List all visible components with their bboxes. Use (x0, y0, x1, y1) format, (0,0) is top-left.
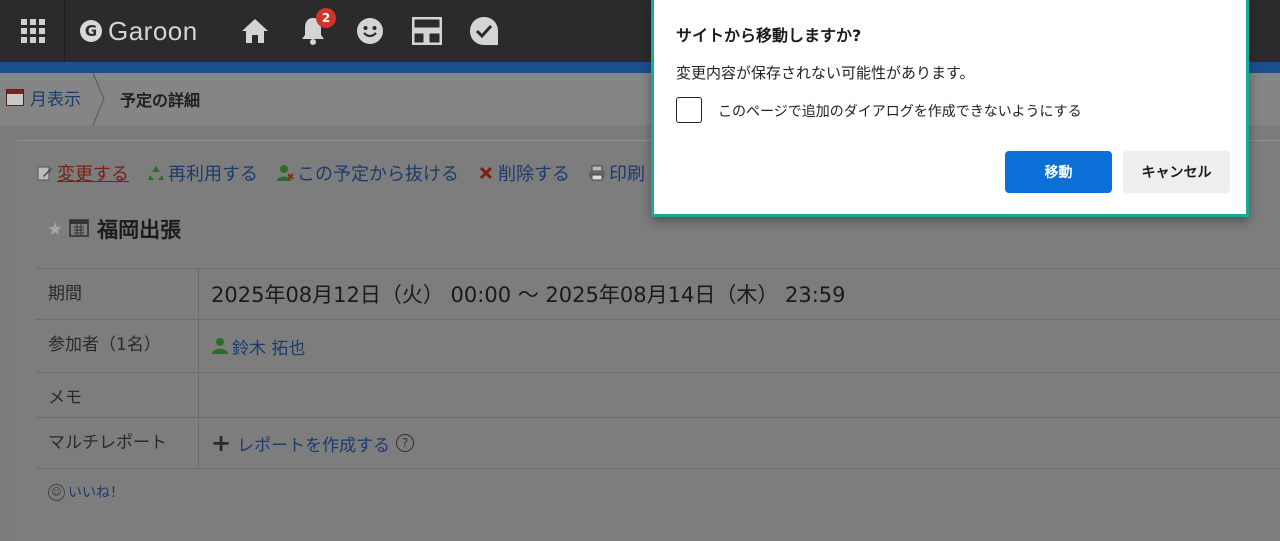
breadcrumb-separator-icon (92, 73, 106, 125)
memo-label: メモ (37, 373, 199, 418)
table-row: 参加者（1名） 鈴木 拓也 (37, 320, 1280, 373)
reuse-label: 再利用する (168, 160, 258, 186)
suppress-dialogs-label[interactable]: このページで追加のダイアログを作成できないようにする (718, 101, 1082, 121)
multi-report-label: マルチレポート (37, 418, 199, 469)
dialog-message: 変更内容が保存されない可能性があります。 (676, 62, 975, 83)
help-icon[interactable]: ? (396, 434, 414, 452)
calendar-icon (6, 89, 24, 106)
plus-icon: + (211, 429, 231, 457)
schedule-calendar-icon (69, 217, 89, 241)
edit-button[interactable]: 変更する (36, 160, 129, 186)
dialog-title: サイトから移動しますか? (676, 22, 861, 46)
leave-site-dialog: サイトから移動しますか? 変更内容が保存されない可能性があります。 このページで… (651, 0, 1249, 217)
event-title: 福岡出張 (97, 214, 181, 244)
delete-button[interactable]: 削除する (477, 160, 570, 186)
edit-icon (36, 164, 54, 182)
recycle-icon (147, 164, 165, 182)
user-icon (211, 337, 229, 355)
attendee-link[interactable]: 鈴木 拓也 (211, 334, 1280, 359)
event-detail-table: 期間 2025年08月12日（火） 00:00 ～ 2025年08月14日（木）… (37, 268, 1280, 469)
create-report-link[interactable]: + レポートを作成する ? (211, 429, 1280, 457)
user-leave-icon (276, 164, 294, 182)
portal-layout-icon[interactable] (410, 14, 444, 48)
like-label: いいね！ (68, 482, 124, 502)
period-label: 期間 (37, 269, 199, 320)
event-title-row: ★ 福岡出張 (47, 214, 181, 244)
attendees-label: 参加者（1名） (37, 320, 199, 373)
breadcrumb-parent-label: 月表示 (30, 85, 81, 110)
like-button[interactable]: ☺ いいね！ (48, 482, 124, 502)
suppress-dialogs-checkbox[interactable] (676, 97, 702, 123)
breadcrumb-current: 予定の詳細 (120, 87, 200, 111)
garoon-logo[interactable]: G Garoon (80, 14, 198, 48)
leave-button[interactable]: 移動 (1005, 151, 1112, 193)
printer-icon (588, 164, 606, 182)
table-row: マルチレポート + レポートを作成する ? (37, 418, 1280, 469)
like-smile-icon: ☺ (48, 484, 65, 501)
smiley-icon[interactable] (353, 14, 387, 48)
table-row: 期間 2025年08月12日（火） 00:00 ～ 2025年08月14日（木）… (37, 269, 1280, 320)
memo-value (199, 373, 1280, 418)
apps-grid-icon[interactable] (16, 14, 50, 48)
edit-label: 変更する (57, 160, 129, 186)
delete-x-icon (477, 164, 495, 182)
delete-label: 削除する (498, 160, 570, 186)
leave-label: この予定から抜ける (297, 160, 459, 186)
todo-check-icon[interactable] (467, 14, 501, 48)
notification-count-badge: 2 (316, 8, 336, 28)
topbar-separator (64, 0, 65, 62)
favorite-star-icon[interactable]: ★ (47, 219, 63, 240)
print-button[interactable]: 印刷 (588, 160, 645, 186)
table-row: メモ (37, 373, 1280, 418)
home-icon[interactable] (238, 14, 272, 48)
create-report-label: レポートを作成する (237, 431, 390, 456)
action-toolbar: 変更する 再利用する この予定から抜ける 削除する 印刷 (36, 160, 663, 186)
attendee-name: 鈴木 拓也 (232, 334, 305, 359)
print-label: 印刷 (609, 160, 645, 186)
logo-mark: G (80, 20, 102, 42)
leave-event-button[interactable]: この予定から抜ける (276, 160, 459, 186)
logo-text: Garoon (108, 16, 198, 47)
cancel-button[interactable]: キャンセル (1123, 151, 1230, 193)
reuse-button[interactable]: 再利用する (147, 160, 258, 186)
breadcrumb-month-view[interactable]: 月表示 (6, 85, 81, 110)
period-value: 2025年08月12日（火） 00:00 ～ 2025年08月14日（木） 23… (211, 283, 846, 307)
